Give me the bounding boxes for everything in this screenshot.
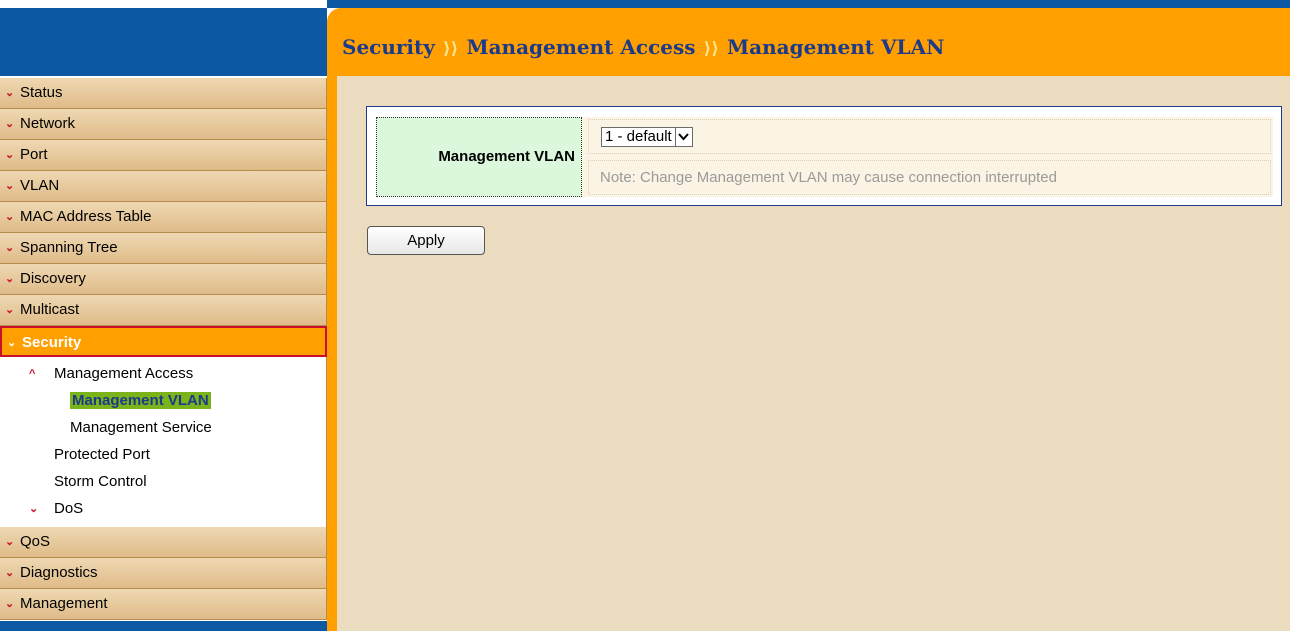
sidebar-item-multicast[interactable]: ⌄ Multicast	[0, 295, 327, 326]
chevron-down-icon: ⌄	[5, 536, 15, 548]
sidebar-item-spanning-tree[interactable]: ⌄ Spanning Tree	[0, 233, 327, 264]
page-header: Security ⟩⟩ Management Access ⟩⟩ Management …	[327, 8, 1290, 76]
sidebar-item-network[interactable]: ⌄ Network	[0, 109, 327, 140]
breadcrumb-separator-icon: ⟩⟩	[442, 39, 459, 59]
content-area: Management VLAN 1 - default Note: Change…	[337, 76, 1290, 631]
sidebar-item-label: Multicast	[20, 301, 80, 318]
sidebar-item-mac-address-table[interactable]: ⌄ MAC Address Table	[0, 202, 327, 233]
security-submenu: ^ Management Access Management VLAN Manag…	[0, 357, 327, 527]
sidebar-header	[0, 8, 327, 76]
left-border-band	[327, 60, 337, 631]
sidebar-item-label: Diagnostics	[20, 564, 98, 581]
sidebar-item-storm-control[interactable]: Storm Control	[0, 469, 326, 496]
chevron-down-icon: ⌄	[5, 118, 15, 130]
sidebar-item-label: MAC Address Table	[20, 208, 152, 225]
management-vlan-note: Note: Change Management VLAN may cause c…	[588, 160, 1271, 195]
sidebar-item-management[interactable]: ⌄ Management	[0, 589, 327, 620]
sidebar-item-label: Protected Port	[54, 446, 150, 463]
sidebar-item-label: Storm Control	[54, 473, 147, 490]
sidebar-footer	[0, 621, 327, 631]
settings-table: Management VLAN 1 - default Note: Change…	[376, 117, 1273, 197]
sidebar-item-management-vlan[interactable]: Management VLAN	[0, 388, 326, 415]
select-value: 1 - default	[605, 128, 672, 145]
chevron-down-icon: ⌄	[5, 180, 15, 192]
breadcrumb-item-management-vlan: Management VLAN	[727, 35, 945, 59]
breadcrumb-item-security[interactable]: Security	[342, 35, 435, 59]
chevron-down-icon: ⌄	[7, 337, 17, 349]
sidebar-item-protected-port[interactable]: Protected Port	[0, 442, 326, 469]
chevron-down-icon: ⌄	[29, 503, 39, 515]
sidebar-item-label: Management Access	[54, 365, 194, 382]
sidebar-item-management-service[interactable]: Management Service	[0, 415, 326, 442]
management-vlan-select[interactable]: 1 - default	[601, 127, 693, 147]
sidebar-item-vlan[interactable]: ⌄ VLAN	[0, 171, 327, 202]
sidebar-item-label: Security	[22, 334, 82, 351]
sidebar-item-label: DoS	[54, 500, 84, 517]
sidebar-item-label: Management Service	[70, 419, 212, 436]
sidebar-item-port[interactable]: ⌄ Port	[0, 140, 327, 171]
sidebar-item-label: VLAN	[20, 177, 60, 194]
chevron-down-icon: ⌄	[5, 567, 15, 579]
sidebar-item-label: Status	[20, 84, 63, 101]
sidebar-item-management-access[interactable]: ^ Management Access	[0, 361, 326, 388]
main-area: Security ⟩⟩ Management Access ⟩⟩ Management …	[327, 0, 1290, 631]
chevron-down-icon: ⌄	[5, 242, 15, 254]
chevron-down-icon: ⌄	[5, 211, 15, 223]
sidebar-menu: ⌄ Status ⌄ Network ⌄ Port ⌄ VLAN ⌄ MAC Addres…	[0, 78, 327, 620]
sidebar-item-label: Port	[20, 146, 48, 163]
sidebar-item-label: Spanning Tree	[20, 239, 118, 256]
sidebar-item-status[interactable]: ⌄ Status	[0, 78, 327, 109]
sidebar-item-label: Network	[20, 115, 76, 132]
chevron-down-icon: ⌄	[5, 598, 15, 610]
chevron-down-icon: ⌄	[5, 149, 15, 161]
sidebar-item-discovery[interactable]: ⌄ Discovery	[0, 264, 327, 295]
sidebar-item-security[interactable]: ⌄ Security	[0, 326, 327, 357]
breadcrumb-separator-icon: ⟩⟩	[703, 39, 720, 59]
sidebar-item-qos[interactable]: ⌄ QoS	[0, 527, 327, 558]
breadcrumb-item-management-access[interactable]: Management Access	[466, 35, 695, 59]
sidebar-item-label: QoS	[20, 533, 51, 550]
sidebar-item-diagnostics[interactable]: ⌄ Diagnostics	[0, 558, 327, 589]
breadcrumb: Security ⟩⟩ Management Access ⟩⟩ Management …	[342, 35, 944, 59]
chevron-up-icon: ^	[29, 368, 36, 380]
sidebar: ⌄ Status ⌄ Network ⌄ Port ⌄ VLAN ⌄ MAC Addres…	[0, 0, 327, 631]
sidebar-item-label: Management VLAN	[70, 392, 211, 409]
chevron-down-icon	[674, 128, 692, 146]
management-vlan-label: Management VLAN	[376, 117, 582, 197]
sidebar-item-label: Discovery	[20, 270, 86, 287]
sidebar-item-dos[interactable]: ⌄ DoS	[0, 496, 326, 523]
chevron-down-icon: ⌄	[5, 304, 15, 316]
chevron-down-icon: ⌄	[5, 87, 15, 99]
apply-button[interactable]: Apply	[367, 226, 485, 255]
management-vlan-value-cell: 1 - default	[588, 119, 1271, 154]
settings-panel: Management VLAN 1 - default Note: Change…	[366, 106, 1282, 206]
sidebar-item-label: Management	[20, 595, 108, 612]
chevron-down-icon: ⌄	[5, 273, 15, 285]
top-strip	[327, 0, 1290, 8]
